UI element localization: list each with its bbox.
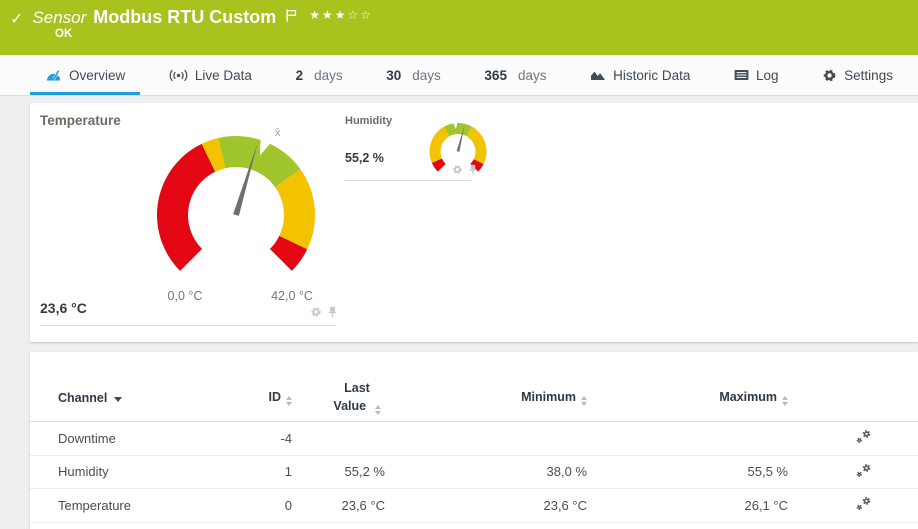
tab-historic-data[interactable]: Historic Data — [575, 55, 705, 95]
pin-icon[interactable] — [327, 306, 338, 318]
channel-settings-icon[interactable] — [855, 429, 873, 444]
tab-live-data[interactable]: Live Data — [154, 55, 267, 95]
column-header-maximum[interactable]: Maximum — [587, 390, 788, 406]
column-header-minimum[interactable]: Minimum — [385, 390, 587, 406]
column-header-channel[interactable]: Channel — [30, 391, 240, 405]
channel-name: Temperature — [58, 497, 131, 513]
sensor-status-text: OK — [55, 28, 73, 40]
column-label: Maximum — [719, 389, 777, 404]
histogram-icon — [591, 71, 606, 80]
column-label: Minimum — [521, 389, 576, 404]
tab-log[interactable]: Log — [719, 55, 794, 95]
tab-2-days[interactable]: 2 days — [281, 55, 358, 95]
tab-label: Log — [756, 67, 779, 83]
flag-icon[interactable] — [286, 9, 297, 22]
channel-maximum: 55,5 % — [747, 464, 788, 480]
channel-name: Downtime — [58, 430, 116, 446]
gear-icon — [823, 69, 836, 81]
column-label: Channel — [58, 390, 108, 405]
channel-settings-icon[interactable] — [855, 496, 873, 511]
channel-last-value: 55,2 % — [344, 464, 385, 480]
sensor-title: Modbus RTU Custom — [93, 7, 277, 27]
temperature-current-value: 23,6 °C — [40, 300, 87, 316]
gauges-panel: Temperature x̄ 0,0 °C 42,0 °C 23,6 °C Hu… — [30, 103, 918, 342]
sensor-header: ✓ Sensor Modbus RTU Custom ★★★☆☆ OK — [0, 0, 918, 55]
priority-stars[interactable]: ★★★☆☆ — [309, 8, 373, 22]
table-row: Temperature 0 23,6 °C 23,6 °C 26,1 °C — [30, 489, 918, 523]
humidity-gauge-tools — [452, 164, 478, 175]
channel-minimum: 38,0 % — [546, 464, 587, 480]
divider — [40, 325, 336, 326]
sort-icon — [782, 395, 788, 406]
table-row: Humidity 1 55,2 % 38,0 % 55,5 % — [30, 456, 918, 489]
humidity-current-value: 55,2 % — [345, 151, 384, 165]
tab-number: 30 — [386, 67, 402, 83]
gauge-icon — [47, 70, 61, 81]
channel-id: 0 — [284, 497, 292, 513]
channel-maximum: 26,1 °C — [744, 497, 788, 513]
tab-label: days — [412, 67, 441, 83]
table-row: Downtime -4 — [30, 422, 918, 456]
table-header-row: Channel ID Last Value Minimum Maximum — [30, 354, 918, 422]
channel-id: 1 — [284, 464, 292, 480]
tab-label: days — [517, 67, 547, 83]
column-label: ID — [268, 389, 282, 404]
temperature-gauge-tools — [310, 306, 338, 318]
tab-label: Historic Data — [613, 67, 691, 83]
gauge-title-temperature: Temperature — [40, 113, 121, 128]
gauge-min-label: 0,0 °C — [167, 289, 203, 303]
divider — [345, 180, 471, 181]
tab-settings[interactable]: Settings — [807, 55, 908, 95]
column-header-last-value[interactable]: Last Value — [292, 380, 385, 415]
temperature-gauge[interactable]: x̄ — [146, 106, 326, 281]
sort-icon — [374, 404, 381, 415]
tab-label: Settings — [844, 67, 893, 83]
channel-settings-icon[interactable] — [855, 463, 873, 478]
tab-number: 2 — [295, 67, 304, 83]
overview-content: Temperature x̄ 0,0 °C 42,0 °C 23,6 °C Hu… — [0, 96, 918, 529]
tab-number: 365 — [484, 67, 507, 83]
tab-30-days[interactable]: 30 days — [371, 55, 456, 95]
channels-table-panel: Channel ID Last Value Minimum Maximum Do… — [30, 352, 918, 529]
broadcast-icon — [169, 69, 188, 81]
gauge-settings-icon[interactable] — [310, 306, 322, 318]
channel-name: Humidity — [58, 464, 109, 480]
log-icon — [734, 70, 749, 80]
tab-label: days — [314, 67, 343, 83]
tab-bar: Overview Live Data 2 days 30 days 365 da… — [0, 55, 918, 96]
sort-active-icon — [114, 396, 123, 402]
tab-365-days[interactable]: 365 days — [469, 55, 561, 95]
gauge-settings-icon[interactable] — [452, 164, 463, 175]
object-kind-label: Sensor — [32, 8, 87, 27]
pin-icon[interactable] — [468, 164, 478, 175]
tab-overview[interactable]: Overview — [30, 55, 141, 95]
svg-text:x̄: x̄ — [275, 127, 281, 139]
channel-minimum: 23,6 °C — [543, 497, 587, 513]
status-check-icon: ✓ — [10, 11, 24, 28]
channel-id: -4 — [280, 430, 292, 446]
tab-label: Live Data — [194, 67, 252, 83]
gauge-max-label: 42,0 °C — [271, 289, 313, 303]
channel-last-value: 23,6 °C — [341, 497, 385, 513]
column-header-id[interactable]: ID — [240, 390, 292, 406]
gauge-title-humidity: Humidity — [345, 115, 393, 127]
column-label: Last Value — [333, 381, 370, 413]
tab-label: Overview — [69, 67, 126, 83]
